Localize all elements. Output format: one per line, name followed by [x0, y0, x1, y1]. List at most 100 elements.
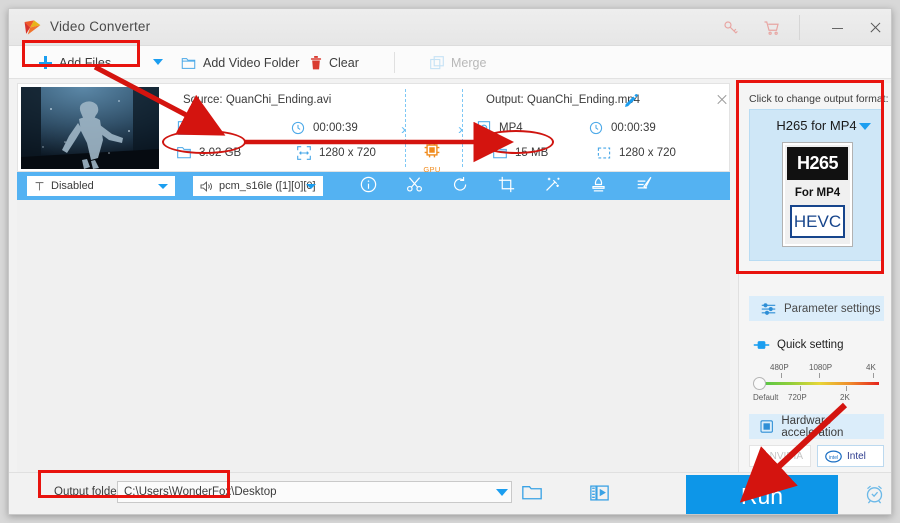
- subtitle-edit-icon[interactable]: [636, 176, 653, 198]
- thumbnail-image: [21, 87, 159, 169]
- clock-icon: [291, 121, 305, 135]
- cpu-chip-icon: [424, 142, 440, 158]
- chevron-down-icon: [306, 184, 316, 189]
- file-video-icon: [177, 121, 191, 135]
- source-size: 3.02 GB: [177, 146, 241, 159]
- add-files-label: Add Files: [59, 55, 112, 70]
- subtitle-select[interactable]: Disabled: [27, 176, 175, 196]
- window-title: Video Converter: [50, 19, 151, 34]
- slider-track: [755, 382, 879, 385]
- slider-tick-3: [873, 373, 874, 378]
- open-folder-icon[interactable]: [522, 484, 542, 506]
- output-format: MP4: [477, 121, 523, 135]
- subtitle-T-icon: [35, 181, 44, 190]
- pencil-icon[interactable]: [625, 94, 638, 107]
- svg-text:intel: intel: [829, 454, 838, 460]
- resolution-icon: [597, 147, 611, 159]
- intel-toggle[interactable]: intel Intel: [817, 445, 884, 467]
- add-files-dropdown-caret[interactable]: [153, 59, 163, 65]
- format-badge: H265 For MP4 HEVC: [782, 142, 853, 247]
- folder-video-icon: [181, 57, 196, 69]
- output-resolution-value: 1280 x 720: [619, 147, 676, 159]
- source-size-value: 3.02 GB: [199, 146, 242, 159]
- quick-setting-toggle[interactable]: Quick setting: [753, 339, 843, 351]
- output-folder-input[interactable]: C:\Users\WonderFox\Desktop: [117, 481, 512, 503]
- resolution-icon: [297, 146, 311, 160]
- watermark-stamp-icon[interactable]: [590, 176, 607, 198]
- magic-wand-icon[interactable]: [544, 176, 561, 198]
- output-duration-value: 00:00:39: [611, 122, 656, 134]
- output-filename: Output: QuanChi_Ending.mp4: [486, 94, 641, 106]
- slider-tick-5: [846, 386, 847, 391]
- chevron-down-icon[interactable]: [859, 123, 871, 130]
- slider-handle[interactable]: [753, 377, 766, 390]
- key-icon[interactable]: [721, 19, 741, 37]
- source-duration-value: 00:00:39: [313, 122, 358, 134]
- output-folder-label: Output folder:: [54, 486, 124, 498]
- output-duration: 00:00:39: [589, 121, 656, 135]
- quick-setting-label: Quick setting: [777, 339, 844, 351]
- scissors-icon[interactable]: [406, 176, 423, 198]
- add-files-button[interactable]: Add Files: [33, 46, 117, 79]
- rotate-icon[interactable]: [452, 176, 469, 198]
- output-size: 15 MB: [493, 146, 548, 159]
- source-resolution-value: 1280 x 720: [319, 147, 376, 159]
- flow-chevron-left: ›: [401, 121, 406, 138]
- video-thumbnail[interactable]: [21, 87, 159, 169]
- file-size-icon: [177, 147, 191, 159]
- audio-track-select[interactable]: pcm_s16le ([1][0][0]: [193, 176, 323, 196]
- slider-tick-1: [781, 373, 782, 378]
- output-format-value: MP4: [499, 122, 523, 134]
- clear-button[interactable]: Clear: [304, 46, 365, 79]
- output-format-selector[interactable]: H265 for MP4 H265 For MP4 HEVC: [749, 109, 884, 261]
- nvidia-icon: [757, 454, 765, 458]
- cart-icon[interactable]: [762, 19, 782, 37]
- film-library-icon[interactable]: [590, 484, 609, 507]
- video-converter-window: Video Converter Add Files Add Video Fold…: [8, 8, 892, 515]
- merge-squares-icon: [430, 55, 444, 69]
- slider-label-default: Default: [753, 393, 779, 402]
- slider-label-1080p: 1080P: [809, 363, 833, 372]
- remove-file-button[interactable]: [715, 92, 729, 106]
- format-standard-label: HEVC: [790, 205, 845, 238]
- slider-label-720p: 720P: [788, 393, 807, 402]
- plus-icon: [39, 56, 52, 69]
- clear-label: Clear: [329, 55, 359, 70]
- parameter-settings-button[interactable]: Parameter settings: [749, 296, 884, 321]
- trash-icon: [310, 55, 322, 69]
- info-icon[interactable]: [360, 176, 377, 198]
- add-video-folder-button[interactable]: Add Video Folder: [175, 46, 305, 79]
- close-button[interactable]: [858, 17, 891, 39]
- run-button[interactable]: Run: [686, 475, 838, 514]
- crop-icon[interactable]: [498, 176, 515, 198]
- output-folder-dropdown-caret[interactable]: [496, 489, 508, 496]
- quality-slider[interactable]: 480P 1080P 4K Default 720P 2K: [753, 363, 881, 405]
- file-list-area: [17, 200, 730, 474]
- flow-chevron-right: ›: [458, 121, 463, 138]
- nvidia-toggle[interactable]: NVIDIA: [749, 445, 811, 467]
- alarm-clock-icon[interactable]: [864, 483, 885, 509]
- slider-tick-4: [800, 386, 801, 391]
- hardware-acceleration-button[interactable]: Hardware acceleration: [749, 414, 884, 439]
- minimize-button[interactable]: [821, 17, 855, 39]
- source-filename: Source: QuanChi_Ending.avi: [183, 94, 332, 106]
- intel-label: Intel: [847, 450, 866, 462]
- format-target-label: For MP4: [794, 187, 841, 199]
- gpu-indicator: GPU: [418, 141, 446, 174]
- slider-label-4k: 4K: [866, 363, 876, 372]
- slider-label-2k: 2K: [840, 393, 850, 402]
- edit-tool-group: [360, 176, 653, 198]
- track-bar: Disabled pcm_s16le ([1][0][0]: [17, 172, 730, 200]
- bottom-bar: Output folder: C:\Users\WonderFox\Deskto…: [9, 472, 891, 514]
- source-resolution: 1280 x 720: [297, 146, 376, 160]
- output-size-value: 15 MB: [515, 146, 549, 159]
- run-label: Run: [740, 482, 784, 509]
- output-resolution: 1280 x 720: [597, 146, 676, 160]
- merge-button[interactable]: Merge: [424, 46, 492, 79]
- titlebar-divider: [799, 15, 800, 40]
- source-duration: 00:00:39: [291, 121, 358, 135]
- format-codec-label: H265: [787, 147, 848, 180]
- slider-tick-2: [819, 373, 820, 378]
- nvidia-label: NVIDIA: [769, 450, 803, 462]
- speaker-icon: [200, 180, 212, 192]
